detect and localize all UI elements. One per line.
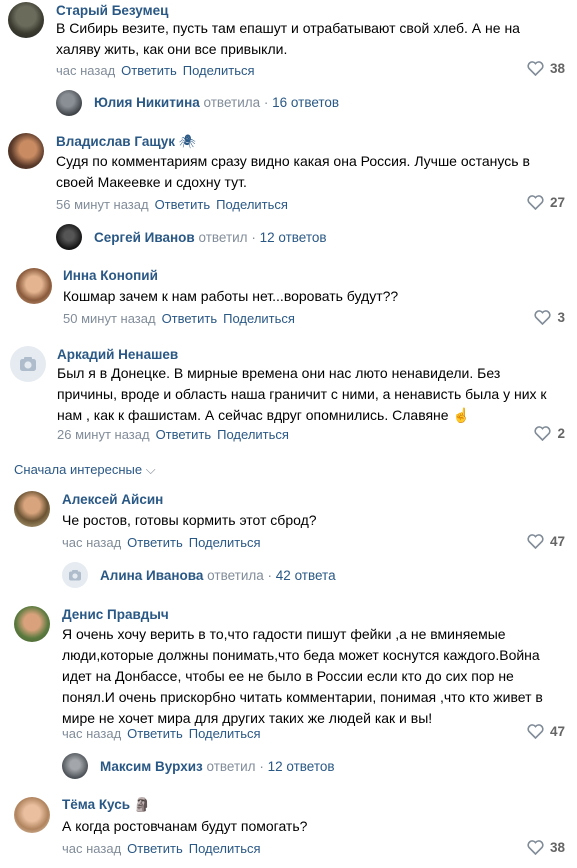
like-button[interactable]: 2 <box>534 426 565 441</box>
reply-verb: ответила <box>207 568 264 583</box>
reply-author[interactable]: Сергей Иванов <box>94 230 195 245</box>
like-button[interactable]: 38 <box>527 61 565 76</box>
reply-thread-link[interactable]: Юлия Никитина ответила · 16 ответов <box>94 95 339 110</box>
like-count: 38 <box>549 61 565 76</box>
like-count: 47 <box>549 724 565 739</box>
reply-button[interactable]: Ответить <box>127 841 183 856</box>
like-count: 38 <box>549 840 565 855</box>
comment-author[interactable]: Денис Правдыч <box>62 607 169 622</box>
reply-count[interactable]: 12 ответов <box>268 759 335 774</box>
heart-icon <box>527 724 544 739</box>
comment-time[interactable]: час назад <box>56 63 115 78</box>
comment-time[interactable]: 56 минут назад <box>56 197 149 212</box>
heart-icon <box>527 195 544 210</box>
reply-thread-link[interactable]: Алина Иванова ответила · 42 ответа <box>100 568 336 583</box>
heart-icon <box>534 426 552 441</box>
reply-button[interactable]: Ответить <box>162 311 218 326</box>
like-button[interactable]: 27 <box>527 195 565 210</box>
comment-meta: час назад Ответить Поделиться <box>62 535 261 550</box>
avatar[interactable] <box>62 562 88 588</box>
comment-author[interactable]: Владислав Гащук 🕷 <box>56 134 196 150</box>
comment-author[interactable]: Тёма Кусь 🗿 <box>62 797 151 813</box>
reply-count[interactable]: 12 ответов <box>260 230 327 245</box>
reply-count[interactable]: 16 ответов <box>272 95 339 110</box>
like-count: 3 <box>557 310 565 325</box>
reply-verb: ответил <box>198 230 248 245</box>
like-count: 27 <box>549 195 565 210</box>
avatar[interactable] <box>62 753 88 779</box>
comment-time[interactable]: 26 минут назад <box>57 427 150 442</box>
avatar[interactable] <box>56 224 82 250</box>
reply-button[interactable]: Ответить <box>155 197 211 212</box>
comment-meta: час назад Ответить Поделиться <box>62 841 261 856</box>
comment-text: Судя по комментариям сразу видно какая о… <box>56 153 530 190</box>
reply-verb: ответил <box>206 759 256 774</box>
like-count: 2 <box>557 426 565 441</box>
reply-author[interactable]: Алина Иванова <box>100 568 203 583</box>
avatar[interactable] <box>14 491 50 527</box>
comment-text: А когда ростовчанам будут помогать? <box>62 818 308 834</box>
share-button[interactable]: Поделиться <box>189 535 261 550</box>
sort-dropdown[interactable]: Сначала интересные ⌵ <box>14 462 156 478</box>
comment-time[interactable]: час назад <box>62 841 121 856</box>
avatar[interactable] <box>16 268 52 304</box>
like-count: 47 <box>549 534 565 549</box>
reply-button[interactable]: Ответить <box>121 63 177 78</box>
share-button[interactable]: Поделиться <box>217 427 289 442</box>
comment-author[interactable]: Инна Конопий <box>63 268 158 283</box>
comment-text: Был я в Донецке. В мирные времена они на… <box>57 365 547 423</box>
like-button[interactable]: 3 <box>534 310 565 325</box>
reply-button[interactable]: Ответить <box>127 535 183 550</box>
comment-author[interactable]: Аркадий Ненашев <box>57 347 178 362</box>
comment-author[interactable]: Старый Безумец <box>56 3 168 18</box>
comment-meta: 50 минут назад Ответить Поделиться <box>63 311 295 326</box>
comment-meta: 26 минут назад Ответить Поделиться <box>57 427 289 442</box>
comment-text: В Сибирь везите, пусть там епашут и отра… <box>56 20 520 57</box>
share-button[interactable]: Поделиться <box>216 197 288 212</box>
comment-author[interactable]: Алексей Айсин <box>62 492 163 507</box>
share-button[interactable]: Поделиться <box>189 841 261 856</box>
reply-author[interactable]: Юлия Никитина <box>94 95 200 110</box>
chevron-down-icon: ⌵ <box>145 462 156 477</box>
heart-icon <box>527 534 544 549</box>
heart-icon <box>534 310 552 325</box>
comment-time[interactable]: час назад <box>62 726 121 741</box>
share-button[interactable]: Поделиться <box>183 63 255 78</box>
avatar[interactable] <box>8 2 44 38</box>
reply-author[interactable]: Максим Вурхиз <box>100 759 203 774</box>
comment-text: Кошмар зачем к нам работы нет...воровать… <box>63 288 399 304</box>
avatar[interactable] <box>56 90 82 116</box>
like-button[interactable]: 47 <box>527 534 565 549</box>
reply-verb: ответила <box>203 95 261 110</box>
avatar[interactable] <box>14 797 50 833</box>
comment-text: Я очень хочу верить в то,что гадости пиш… <box>62 626 543 726</box>
comment-time[interactable]: 50 минут назад <box>63 311 156 326</box>
heart-icon <box>527 840 544 855</box>
comment-meta: 56 минут назад Ответить Поделиться <box>56 197 288 212</box>
camera-icon <box>20 357 36 371</box>
avatar[interactable] <box>8 133 44 169</box>
share-button[interactable]: Поделиться <box>189 726 261 741</box>
reply-button[interactable]: Ответить <box>127 726 183 741</box>
reply-thread-link[interactable]: Сергей Иванов ответил · 12 ответов <box>94 230 327 245</box>
avatar[interactable] <box>10 346 46 382</box>
camera-icon <box>69 570 81 581</box>
reply-thread-link[interactable]: Максим Вурхиз ответил · 12 ответов <box>100 759 335 774</box>
spider-icon: 🕷 <box>178 134 196 149</box>
comment-meta: час назад Ответить Поделиться <box>56 63 255 78</box>
reply-count[interactable]: 42 ответа <box>276 568 336 583</box>
like-button[interactable]: 47 <box>527 724 565 739</box>
moai-icon: 🗿 <box>133 797 151 812</box>
comment-time[interactable]: час назад <box>62 535 121 550</box>
heart-icon <box>527 61 544 76</box>
share-button[interactable]: Поделиться <box>223 311 295 326</box>
avatar[interactable] <box>14 606 50 642</box>
comment-text: Че ростов, готовы кормить этот сброд? <box>62 512 317 528</box>
reply-button[interactable]: Ответить <box>156 427 212 442</box>
like-button[interactable]: 38 <box>527 840 565 855</box>
comment-meta: час назад Ответить Поделиться <box>62 726 261 741</box>
